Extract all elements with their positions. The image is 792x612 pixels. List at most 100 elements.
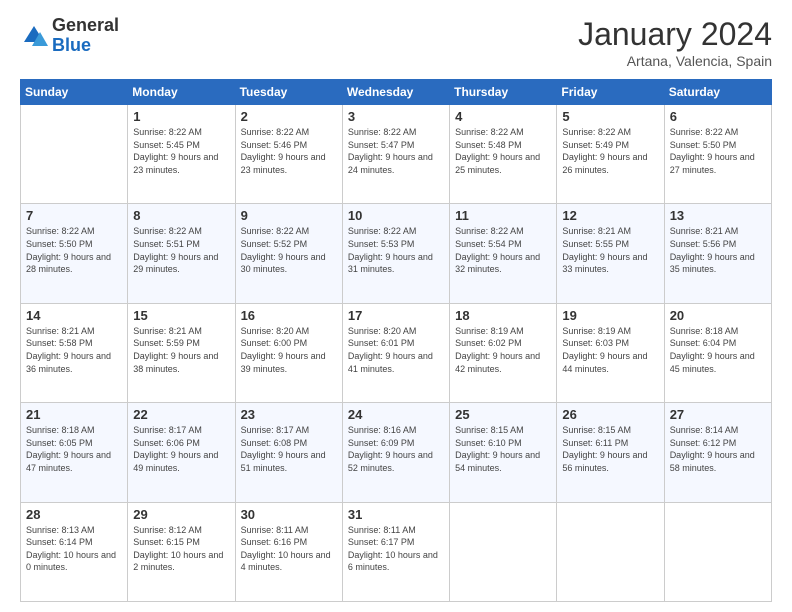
day-info: Sunrise: 8:11 AMSunset: 6:16 PMDaylight:… — [241, 524, 337, 574]
day-info: Sunrise: 8:15 AMSunset: 6:11 PMDaylight:… — [562, 424, 658, 474]
day-number: 16 — [241, 308, 337, 323]
calendar-cell: 11 Sunrise: 8:22 AMSunset: 5:54 PMDayligh… — [450, 204, 557, 303]
calendar-cell: 21 Sunrise: 8:18 AMSunset: 6:05 PMDayligh… — [21, 403, 128, 502]
calendar-cell: 18 Sunrise: 8:19 AMSunset: 6:02 PMDayligh… — [450, 303, 557, 402]
day-info: Sunrise: 8:20 AMSunset: 6:00 PMDaylight:… — [241, 325, 337, 375]
weekday-header: Saturday — [664, 80, 771, 105]
day-info: Sunrise: 8:17 AMSunset: 6:08 PMDaylight:… — [241, 424, 337, 474]
calendar-cell: 3 Sunrise: 8:22 AMSunset: 5:47 PMDaylight… — [342, 105, 449, 204]
calendar-cell: 17 Sunrise: 8:20 AMSunset: 6:01 PMDayligh… — [342, 303, 449, 402]
weekday-header: Sunday — [21, 80, 128, 105]
calendar-cell: 10 Sunrise: 8:22 AMSunset: 5:53 PMDayligh… — [342, 204, 449, 303]
day-info: Sunrise: 8:22 AMSunset: 5:52 PMDaylight:… — [241, 225, 337, 275]
calendar-cell — [664, 502, 771, 601]
day-number: 25 — [455, 407, 551, 422]
page: General Blue January 2024 Artana, Valenc… — [0, 0, 792, 612]
day-info: Sunrise: 8:19 AMSunset: 6:02 PMDaylight:… — [455, 325, 551, 375]
day-info: Sunrise: 8:20 AMSunset: 6:01 PMDaylight:… — [348, 325, 444, 375]
day-info: Sunrise: 8:21 AMSunset: 5:55 PMDaylight:… — [562, 225, 658, 275]
day-info: Sunrise: 8:22 AMSunset: 5:49 PMDaylight:… — [562, 126, 658, 176]
calendar-cell: 15 Sunrise: 8:21 AMSunset: 5:59 PMDayligh… — [128, 303, 235, 402]
day-number: 30 — [241, 507, 337, 522]
day-number: 24 — [348, 407, 444, 422]
day-number: 7 — [26, 208, 122, 223]
day-info: Sunrise: 8:22 AMSunset: 5:54 PMDaylight:… — [455, 225, 551, 275]
calendar-cell: 6Sunrise: 8:22 AMSunset: 5:50 PMDaylight… — [664, 105, 771, 204]
logo-blue: Blue — [52, 36, 119, 56]
day-number: 2 — [241, 109, 337, 124]
calendar-cell — [21, 105, 128, 204]
calendar-cell: 22 Sunrise: 8:17 AMSunset: 6:06 PMDayligh… — [128, 403, 235, 502]
day-number: 18 — [455, 308, 551, 323]
day-info: Sunrise: 8:22 AMSunset: 5:53 PMDaylight:… — [348, 225, 444, 275]
day-info: Sunrise: 8:22 AMSunset: 5:47 PMDaylight:… — [348, 126, 444, 176]
calendar-cell: 26 Sunrise: 8:15 AMSunset: 6:11 PMDayligh… — [557, 403, 664, 502]
calendar-cell: 1 Sunrise: 8:22 AMSunset: 5:45 PMDaylight… — [128, 105, 235, 204]
day-number: 17 — [348, 308, 444, 323]
day-info: Sunrise: 8:14 AMSunset: 6:12 PMDaylight:… — [670, 424, 766, 474]
calendar-cell: 19 Sunrise: 8:19 AMSunset: 6:03 PMDayligh… — [557, 303, 664, 402]
calendar-cell: 30 Sunrise: 8:11 AMSunset: 6:16 PMDayligh… — [235, 502, 342, 601]
weekday-header: Monday — [128, 80, 235, 105]
calendar-cell — [450, 502, 557, 601]
day-number: 19 — [562, 308, 658, 323]
day-info: Sunrise: 8:17 AMSunset: 6:06 PMDaylight:… — [133, 424, 229, 474]
day-number: 3 — [348, 109, 444, 124]
day-number: 1 — [133, 109, 229, 124]
calendar-cell: 8 Sunrise: 8:22 AMSunset: 5:51 PMDaylight… — [128, 204, 235, 303]
day-number: 27 — [670, 407, 766, 422]
day-info: Sunrise: 8:22 AMSunset: 5:48 PMDaylight:… — [455, 126, 551, 176]
day-info: Sunrise: 8:16 AMSunset: 6:09 PMDaylight:… — [348, 424, 444, 474]
day-number: 8 — [133, 208, 229, 223]
day-number: 29 — [133, 507, 229, 522]
logo-text: General Blue — [52, 16, 119, 56]
title-month: January 2024 — [578, 16, 772, 53]
calendar-cell: 31Sunrise: 8:11 AMSunset: 6:17 PMDayligh… — [342, 502, 449, 601]
weekday-header: Wednesday — [342, 80, 449, 105]
day-number: 12 — [562, 208, 658, 223]
calendar-cell: 12 Sunrise: 8:21 AMSunset: 5:55 PMDayligh… — [557, 204, 664, 303]
calendar-cell: 4Sunrise: 8:22 AMSunset: 5:48 PMDaylight… — [450, 105, 557, 204]
day-info: Sunrise: 8:22 AMSunset: 5:45 PMDaylight:… — [133, 126, 229, 176]
day-number: 9 — [241, 208, 337, 223]
day-info: Sunrise: 8:21 AMSunset: 5:59 PMDaylight:… — [133, 325, 229, 375]
calendar-cell: 7 Sunrise: 8:22 AMSunset: 5:50 PMDaylight… — [21, 204, 128, 303]
weekday-header: Tuesday — [235, 80, 342, 105]
day-number: 13 — [670, 208, 766, 223]
day-info: Sunrise: 8:18 AMSunset: 6:05 PMDaylight:… — [26, 424, 122, 474]
calendar-cell: 5 Sunrise: 8:22 AMSunset: 5:49 PMDaylight… — [557, 105, 664, 204]
calendar-cell: 23Sunrise: 8:17 AMSunset: 6:08 PMDayligh… — [235, 403, 342, 502]
calendar-cell — [557, 502, 664, 601]
day-info: Sunrise: 8:22 AMSunset: 5:50 PMDaylight:… — [670, 126, 766, 176]
day-number: 21 — [26, 407, 122, 422]
day-info: Sunrise: 8:13 AMSunset: 6:14 PMDaylight:… — [26, 524, 122, 574]
day-info: Sunrise: 8:11 AMSunset: 6:17 PMDaylight:… — [348, 524, 444, 574]
weekday-header: Friday — [557, 80, 664, 105]
calendar-cell: 2 Sunrise: 8:22 AMSunset: 5:46 PMDaylight… — [235, 105, 342, 204]
day-number: 11 — [455, 208, 551, 223]
day-info: Sunrise: 8:19 AMSunset: 6:03 PMDaylight:… — [562, 325, 658, 375]
title-location: Artana, Valencia, Spain — [578, 53, 772, 69]
title-block: January 2024 Artana, Valencia, Spain — [578, 16, 772, 69]
day-info: Sunrise: 8:21 AMSunset: 5:58 PMDaylight:… — [26, 325, 122, 375]
day-info: Sunrise: 8:22 AMSunset: 5:46 PMDaylight:… — [241, 126, 337, 176]
day-number: 26 — [562, 407, 658, 422]
day-number: 15 — [133, 308, 229, 323]
calendar: SundayMondayTuesdayWednesdayThursdayFrid… — [20, 79, 772, 602]
day-number: 5 — [562, 109, 658, 124]
calendar-cell: 14 Sunrise: 8:21 AMSunset: 5:58 PMDayligh… — [21, 303, 128, 402]
day-number: 10 — [348, 208, 444, 223]
day-info: Sunrise: 8:22 AMSunset: 5:51 PMDaylight:… — [133, 225, 229, 275]
logo-icon — [20, 22, 48, 50]
weekday-header: Thursday — [450, 80, 557, 105]
calendar-cell: 24 Sunrise: 8:16 AMSunset: 6:09 PMDayligh… — [342, 403, 449, 502]
day-number: 22 — [133, 407, 229, 422]
day-info: Sunrise: 8:22 AMSunset: 5:50 PMDaylight:… — [26, 225, 122, 275]
calendar-cell: 13Sunrise: 8:21 AMSunset: 5:56 PMDayligh… — [664, 204, 771, 303]
day-info: Sunrise: 8:12 AMSunset: 6:15 PMDaylight:… — [133, 524, 229, 574]
day-number: 14 — [26, 308, 122, 323]
calendar-cell: 20Sunrise: 8:18 AMSunset: 6:04 PMDayligh… — [664, 303, 771, 402]
calendar-cell: 16 Sunrise: 8:20 AMSunset: 6:00 PMDayligh… — [235, 303, 342, 402]
calendar-cell: 9 Sunrise: 8:22 AMSunset: 5:52 PMDaylight… — [235, 204, 342, 303]
day-number: 20 — [670, 308, 766, 323]
